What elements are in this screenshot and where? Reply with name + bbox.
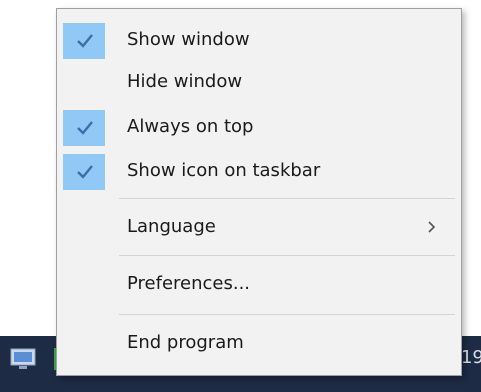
check-highlight [63,154,105,190]
checkmark-icon [77,165,93,179]
menu-item-label: Hide window [127,71,243,92]
chevron-right-icon [428,221,436,233]
menu-item-language[interactable]: Language [59,205,459,249]
check-highlight [63,23,105,59]
menu-item-label: Preferences... [127,273,251,294]
menu-item-preferences[interactable]: Preferences... [59,262,459,306]
menu-item-label: Language [127,216,216,237]
monitor-icon[interactable] [10,346,36,372]
menu-item-show-icon-on-taskbar[interactable]: Show icon on taskbar [59,149,459,193]
menu-item-label: End program [127,332,244,353]
menu-separator [119,198,455,199]
menu-item-end-program[interactable]: End program [59,321,459,365]
checkmark-icon [77,121,93,135]
menu-item-label: Show window [127,29,250,50]
check-highlight [63,110,105,146]
desktop: A [0,0,481,392]
menu-item-always-on-top[interactable]: Always on top [59,105,459,149]
checkmark-icon [77,34,93,48]
menu-separator [119,314,455,315]
tray-context-menu: Show window Hide window Always on top Sh… [56,8,462,376]
menu-item-label: Show icon on taskbar [127,160,321,181]
menu-separator [119,255,455,256]
menu-item-hide-window[interactable]: Hide window [59,60,459,104]
menu-item-label: Always on top [127,116,254,137]
menu-item-show-window[interactable]: Show window [59,18,459,62]
